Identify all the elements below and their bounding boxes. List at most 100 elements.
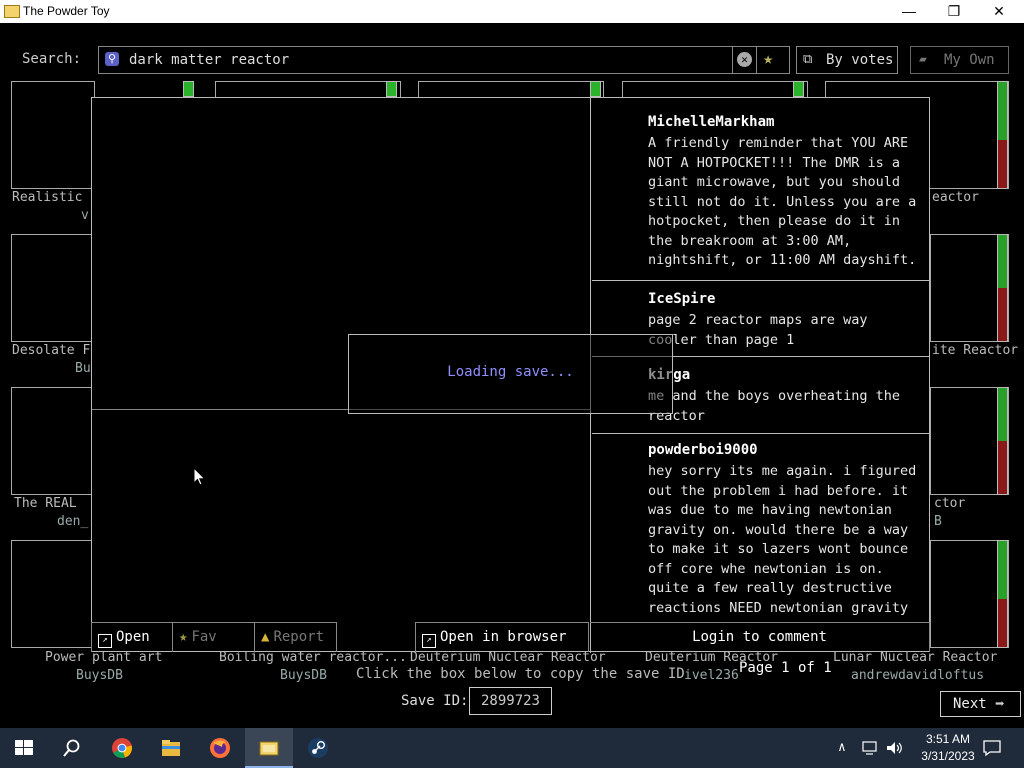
- next-page-button[interactable]: Next ➡: [940, 691, 1021, 717]
- start-button[interactable]: [0, 728, 48, 768]
- save-author[interactable]: ivel236: [684, 668, 739, 683]
- fav-button[interactable]: ★ Fav: [173, 622, 255, 652]
- save-title[interactable]: The REAL: [14, 496, 77, 511]
- star-icon: ★: [179, 629, 188, 645]
- save-thumbnail[interactable]: [622, 81, 808, 98]
- save-title[interactable]: ctor: [934, 496, 965, 511]
- arrow-right-icon: ➡: [995, 694, 1005, 713]
- save-title[interactable]: ite Reactor: [932, 343, 1018, 358]
- save-author[interactable]: BuysDB: [280, 668, 327, 683]
- save-thumbnail[interactable]: [11, 81, 95, 189]
- vote-bar: [590, 81, 601, 97]
- comment: powderboi9000 hey sorry its me again. i …: [592, 434, 930, 622]
- file-explorer-taskbar-button[interactable]: [147, 728, 195, 768]
- report-label: Report: [273, 629, 325, 645]
- open-label: Open: [116, 629, 150, 645]
- save-title[interactable]: Deuterium Nuclear Reactor: [410, 650, 606, 665]
- close-button[interactable]: ✕: [976, 0, 1022, 23]
- clear-icon[interactable]: ✕: [737, 52, 752, 67]
- sort-icon: ⧉: [803, 52, 813, 67]
- save-thumbnail[interactable]: [11, 387, 95, 495]
- steam-icon: [308, 738, 328, 758]
- save-thumbnail[interactable]: [11, 540, 95, 648]
- save-title[interactable]: Power plant art: [45, 650, 162, 665]
- open-external-icon: ↗: [422, 634, 436, 648]
- title-bar: The Powder Toy — ❐ ✕: [0, 0, 1024, 23]
- comment-author[interactable]: MichelleMarkham: [648, 114, 774, 130]
- comment-text: me and the boys overheating the reactor: [648, 388, 900, 424]
- save-author[interactable]: den_: [57, 514, 88, 529]
- open-button[interactable]: ↗ Open: [91, 622, 173, 652]
- save-title[interactable]: Desolate F: [12, 343, 90, 358]
- save-title[interactable]: Boiling water reactor...: [219, 650, 407, 665]
- login-to-comment-label: Login to comment: [692, 629, 827, 645]
- network-icon[interactable]: [862, 740, 880, 756]
- firefox-taskbar-button[interactable]: [196, 728, 244, 768]
- vote-bar: [997, 81, 1008, 189]
- comment-text: hey sorry its me again. i figured out th…: [648, 463, 917, 616]
- vote-bar: [997, 387, 1008, 495]
- clock-date: 3/31/2023: [921, 749, 975, 763]
- clock-time: 3:51 AM: [925, 732, 971, 746]
- vote-bar: [997, 234, 1008, 342]
- save-author[interactable]: v: [81, 208, 89, 223]
- steam-taskbar-button[interactable]: [294, 728, 342, 768]
- search-input[interactable]: ⚲ dark matter reactor ✕ ★: [98, 46, 790, 74]
- save-author[interactable]: andrewdavidloftus: [851, 668, 984, 683]
- next-label: Next: [953, 696, 987, 712]
- report-button[interactable]: ▲ Report: [255, 622, 337, 652]
- chrome-icon: [112, 738, 133, 758]
- save-thumbnail[interactable]: [11, 234, 95, 342]
- open-in-browser-label: Open in browser: [440, 629, 567, 645]
- save-title[interactable]: Realistic: [12, 190, 82, 205]
- save-title[interactable]: Lunar Nuclear Reactor: [833, 650, 997, 665]
- comment-text: A friendly reminder that YOU ARE NOT A H…: [648, 135, 917, 268]
- taskbar-search-button[interactable]: [48, 728, 96, 768]
- save-author[interactable]: BuysDB: [76, 668, 123, 683]
- loading-dialog: Loading save...: [348, 334, 673, 414]
- search-icon: [63, 739, 80, 757]
- open-icon: ↗: [98, 634, 112, 648]
- login-to-comment-button[interactable]: Login to comment: [590, 622, 930, 652]
- save-author[interactable]: B: [934, 514, 942, 529]
- firefox-icon: [210, 738, 230, 758]
- minimize-button[interactable]: —: [886, 0, 932, 23]
- my-own-label: My Own: [944, 52, 995, 68]
- vote-bar: [793, 81, 804, 97]
- save-thumbnail[interactable]: [418, 81, 604, 98]
- chevron-up-icon[interactable]: ∧: [838, 740, 846, 755]
- save-thumbnail[interactable]: [215, 81, 401, 98]
- vote-bar: [386, 81, 397, 97]
- open-in-browser-button[interactable]: ↗ Open in browser: [415, 622, 589, 652]
- powder-toy-icon: [259, 741, 279, 756]
- sort-by-votes-button[interactable]: ⧉ By votes: [796, 46, 898, 74]
- mouse-cursor-icon: [193, 467, 206, 486]
- powder-toy-taskbar-button[interactable]: [245, 728, 293, 768]
- save-id-copy-box[interactable]: 2899723: [469, 687, 552, 715]
- star-icon[interactable]: ★: [763, 49, 773, 69]
- comment-text: page 2 reactor maps are way cooler than …: [648, 312, 868, 348]
- search-value: dark matter reactor: [129, 52, 290, 68]
- comment-author[interactable]: IceSpire: [648, 291, 715, 307]
- save-author[interactable]: Bu: [75, 361, 91, 376]
- search-divider: [756, 47, 757, 73]
- taskbar-clock[interactable]: 3:51 AM 3/31/2023: [918, 731, 978, 765]
- maximize-button[interactable]: ❐: [931, 0, 977, 23]
- comments-scrollbar[interactable]: [919, 98, 929, 622]
- my-own-button[interactable]: ▰ My Own: [910, 46, 1009, 74]
- search-label: Search:: [22, 51, 82, 67]
- folder-icon: ▰: [919, 52, 927, 67]
- folder-icon: [162, 740, 180, 756]
- comment-author[interactable]: powderboi9000: [648, 442, 758, 458]
- window-title: The Powder Toy: [23, 4, 110, 18]
- sort-label: By votes: [826, 52, 894, 68]
- volume-icon[interactable]: [886, 740, 904, 756]
- copy-hint: Click the box below to copy the save ID: [356, 666, 685, 682]
- comment: MichelleMarkham A friendly reminder that…: [592, 98, 930, 281]
- page-info: Page 1 of 1: [739, 660, 832, 676]
- chrome-taskbar-button[interactable]: [98, 728, 146, 768]
- vote-bar: [997, 540, 1008, 648]
- vote-bar: [183, 81, 194, 97]
- notifications-icon[interactable]: [982, 739, 1002, 757]
- save-title[interactable]: eactor: [932, 190, 979, 205]
